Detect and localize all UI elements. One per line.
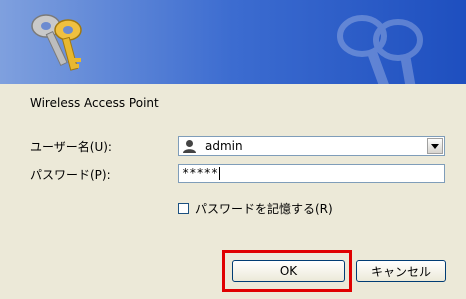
username-value: admin: [205, 139, 243, 153]
chevron-down-icon: [431, 143, 439, 149]
password-field[interactable]: *****: [178, 164, 445, 183]
site-name: Wireless Access Point: [30, 96, 159, 110]
username-label: ユーザー名(U):: [30, 140, 112, 154]
ok-button[interactable]: OK: [232, 260, 345, 282]
remember-password-checkbox[interactable]: [178, 202, 189, 214]
text-caret: [219, 167, 220, 180]
remember-password-label: パスワードを記憶する(R): [195, 201, 333, 216]
username-combobox[interactable]: admin: [178, 136, 445, 156]
login-dialog: Wireless Access Point ユーザー名(U): admin パス…: [0, 0, 466, 299]
password-label: パスワード(P):: [30, 168, 111, 182]
password-value: *****: [182, 166, 219, 180]
keys-watermark-icon: [337, 15, 423, 84]
cancel-button[interactable]: キャンセル: [356, 260, 446, 282]
dialog-banner: [0, 0, 466, 84]
remember-password-option[interactable]: パスワードを記憶する(R): [178, 200, 333, 216]
keys-icon: [31, 14, 82, 71]
username-dropdown-button[interactable]: [427, 138, 443, 154]
user-icon: [183, 140, 196, 153]
